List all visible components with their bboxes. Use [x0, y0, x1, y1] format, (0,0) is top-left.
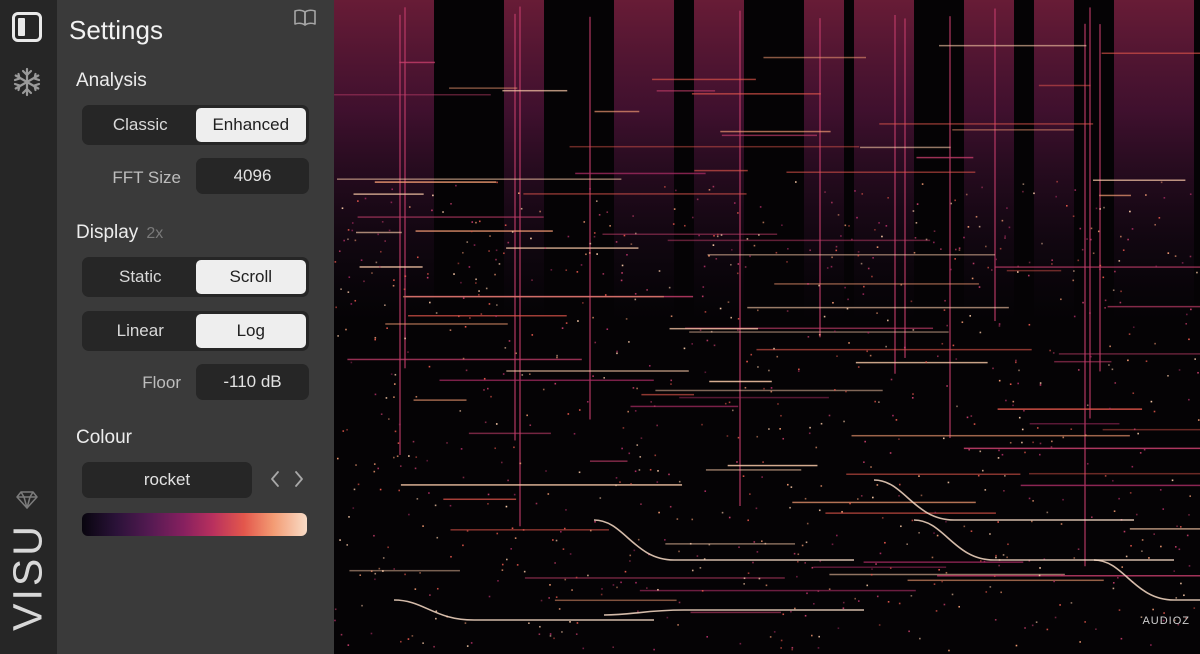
colormap-select[interactable]: rocket: [82, 462, 252, 498]
panel-toggle-icon: [12, 12, 42, 42]
settings-panel: Settings Analysis Classic Enhanced FFT S…: [57, 0, 334, 654]
colour-heading: Colour: [76, 427, 132, 448]
app-name: VISU: [4, 523, 51, 631]
spectrogram-view[interactable]: AUDIOZ: [334, 0, 1200, 654]
gem-icon[interactable]: [16, 490, 38, 510]
watermark: AUDIOZ: [1142, 615, 1190, 627]
fft-size-label: FFT Size: [112, 168, 181, 187]
book-icon[interactable]: [293, 8, 317, 26]
freeze-button[interactable]: [9, 64, 45, 100]
fft-size-field[interactable]: 4096: [196, 158, 309, 194]
motion-static-option[interactable]: Static: [85, 260, 196, 294]
scale-log-option[interactable]: Log: [195, 314, 306, 348]
scale-linear-option[interactable]: Linear: [85, 314, 196, 348]
icon-rail: VISU: [0, 0, 57, 654]
floor-field[interactable]: -110 dB: [196, 364, 309, 400]
chevron-left-icon: [271, 471, 279, 487]
colormap-prev-button[interactable]: [267, 468, 283, 490]
app-logo: VISU: [0, 522, 57, 632]
panel-toggle-button[interactable]: [9, 9, 45, 45]
display-heading-label: Display: [76, 222, 139, 243]
colormap-next-button[interactable]: [291, 468, 307, 490]
spectrogram-canvas: [334, 0, 1200, 652]
display-heading: Display 2x: [76, 222, 163, 244]
floor-label: Floor: [142, 373, 181, 392]
display-zoom-badge[interactable]: 2x: [146, 225, 163, 242]
analysis-heading: Analysis: [76, 70, 147, 91]
mode-enhanced-option[interactable]: Enhanced: [195, 108, 306, 142]
snowflake-icon: [13, 67, 41, 97]
analysis-mode-toggle: Classic Enhanced: [82, 105, 309, 145]
mode-classic-option[interactable]: Classic: [85, 108, 196, 142]
colormap-preview: [82, 513, 307, 536]
display-motion-toggle: Static Scroll: [82, 257, 309, 297]
motion-scroll-option[interactable]: Scroll: [195, 260, 306, 294]
chevron-right-icon: [295, 471, 303, 487]
display-scale-toggle: Linear Log: [82, 311, 309, 351]
settings-title: Settings: [69, 15, 163, 45]
